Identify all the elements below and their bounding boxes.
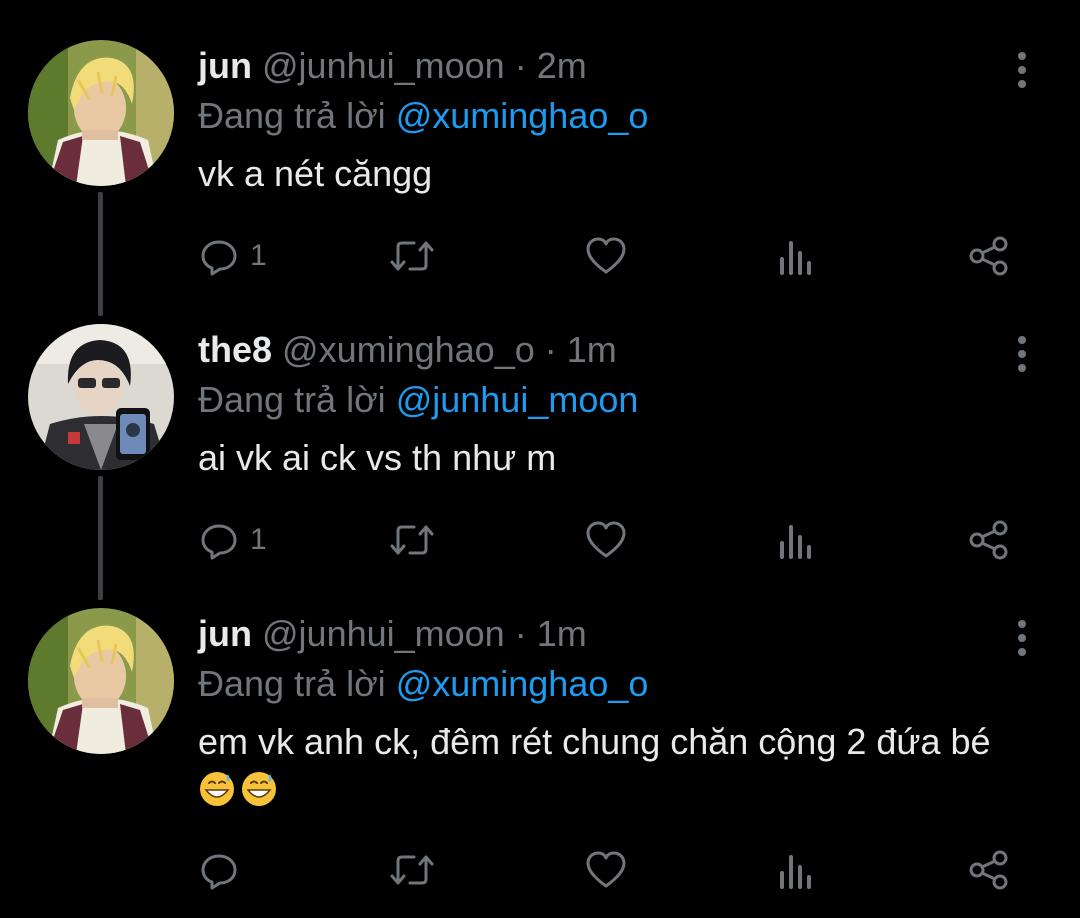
replying-to-link[interactable]: @xuminghao_o — [396, 663, 649, 704]
timestamp[interactable]: 1m — [537, 613, 587, 654]
replying-to-label: Đang trả lời — [198, 95, 386, 136]
replying-to-label: Đang trả lời — [198, 663, 386, 704]
tweet-text: em vk anh ck, đêm rét chung chăn cộng 2 … — [198, 721, 991, 762]
heart-icon — [584, 235, 628, 277]
like-button[interactable] — [584, 230, 628, 282]
display-name[interactable]: the8 — [198, 329, 272, 370]
reply-count: 1 — [250, 523, 267, 556]
views-button[interactable] — [778, 514, 816, 566]
tweet-header: jun @junhui_moon · 2m — [198, 40, 1020, 92]
more-vertical-icon[interactable] — [1010, 50, 1034, 90]
avatar[interactable] — [28, 608, 174, 754]
share-icon — [968, 849, 1010, 891]
like-button[interactable] — [584, 514, 628, 566]
timestamp[interactable]: 1m — [567, 329, 617, 370]
grinning-face-with-sweat-icon — [240, 770, 278, 808]
share-button[interactable] — [968, 230, 1010, 282]
reply-button[interactable]: 1 — [198, 514, 267, 566]
tweet[interactable]: jun @junhui_moon · 2m Đang trả lời @xumi… — [0, 40, 1080, 280]
tweet-text-block: em vk anh ck, đêm rét chung chăn cộng 2 … — [198, 718, 1018, 814]
tweet[interactable]: the8 @xuminghao_o · 1m Đang trả lời @jun… — [0, 324, 1080, 564]
retweet-button[interactable] — [388, 514, 436, 566]
views-button[interactable] — [778, 230, 816, 282]
separator-dot: · — [514, 613, 527, 654]
replying-to-label: Đang trả lời — [198, 379, 386, 420]
tweet-text: ai vk ai ck vs th như m — [198, 437, 557, 478]
tweet-text: vk a nét căngg — [198, 153, 433, 194]
tweet[interactable]: jun @junhui_moon · 1m Đang trả lời @xumi… — [0, 608, 1080, 898]
tweet-header: jun @junhui_moon · 1m — [198, 608, 1020, 660]
heart-icon — [584, 849, 628, 891]
tweet-actions: 1 — [198, 514, 1018, 566]
reply-button[interactable] — [198, 844, 240, 896]
replying-to-link[interactable]: @junhui_moon — [396, 379, 639, 420]
retweet-button[interactable] — [388, 230, 436, 282]
replying-to-line: Đang trả lời @xuminghao_o — [198, 92, 1020, 140]
display-name[interactable]: jun — [198, 613, 252, 654]
share-icon — [968, 235, 1010, 277]
more-vertical-icon[interactable] — [1010, 334, 1034, 374]
replying-to-line: Đang trả lời @xuminghao_o — [198, 660, 1020, 708]
views-icon — [778, 235, 816, 277]
share-button[interactable] — [968, 844, 1010, 896]
user-handle[interactable]: @xuminghao_o — [282, 329, 535, 370]
reply-button[interactable]: 1 — [198, 230, 267, 282]
retweet-button[interactable] — [388, 844, 436, 896]
avatar[interactable] — [28, 40, 174, 186]
reply-icon — [198, 235, 240, 277]
display-name[interactable]: jun — [198, 45, 252, 86]
separator-dot: · — [514, 45, 527, 86]
retweet-icon — [388, 849, 436, 891]
share-button[interactable] — [968, 514, 1010, 566]
like-button[interactable] — [584, 844, 628, 896]
replying-to-link[interactable]: @xuminghao_o — [396, 95, 649, 136]
timestamp[interactable]: 2m — [537, 45, 587, 86]
user-handle[interactable]: @junhui_moon — [262, 45, 505, 86]
retweet-icon — [388, 235, 436, 277]
views-icon — [778, 849, 816, 891]
views-button[interactable] — [778, 844, 816, 896]
reply-count: 1 — [250, 239, 267, 272]
tweet-actions — [198, 844, 1018, 896]
share-icon — [968, 519, 1010, 561]
avatar[interactable] — [28, 324, 174, 470]
user-handle[interactable]: @junhui_moon — [262, 613, 505, 654]
retweet-icon — [388, 519, 436, 561]
more-vertical-icon[interactable] — [1010, 618, 1034, 658]
tweet-actions: 1 — [198, 230, 1018, 282]
tweet-header: the8 @xuminghao_o · 1m — [198, 324, 1020, 376]
heart-icon — [584, 519, 628, 561]
separator-dot: · — [544, 329, 557, 370]
reply-icon — [198, 849, 240, 891]
grinning-face-with-sweat-icon — [198, 770, 236, 808]
views-icon — [778, 519, 816, 561]
replying-to-line: Đang trả lời @junhui_moon — [198, 376, 1020, 424]
reply-icon — [198, 519, 240, 561]
